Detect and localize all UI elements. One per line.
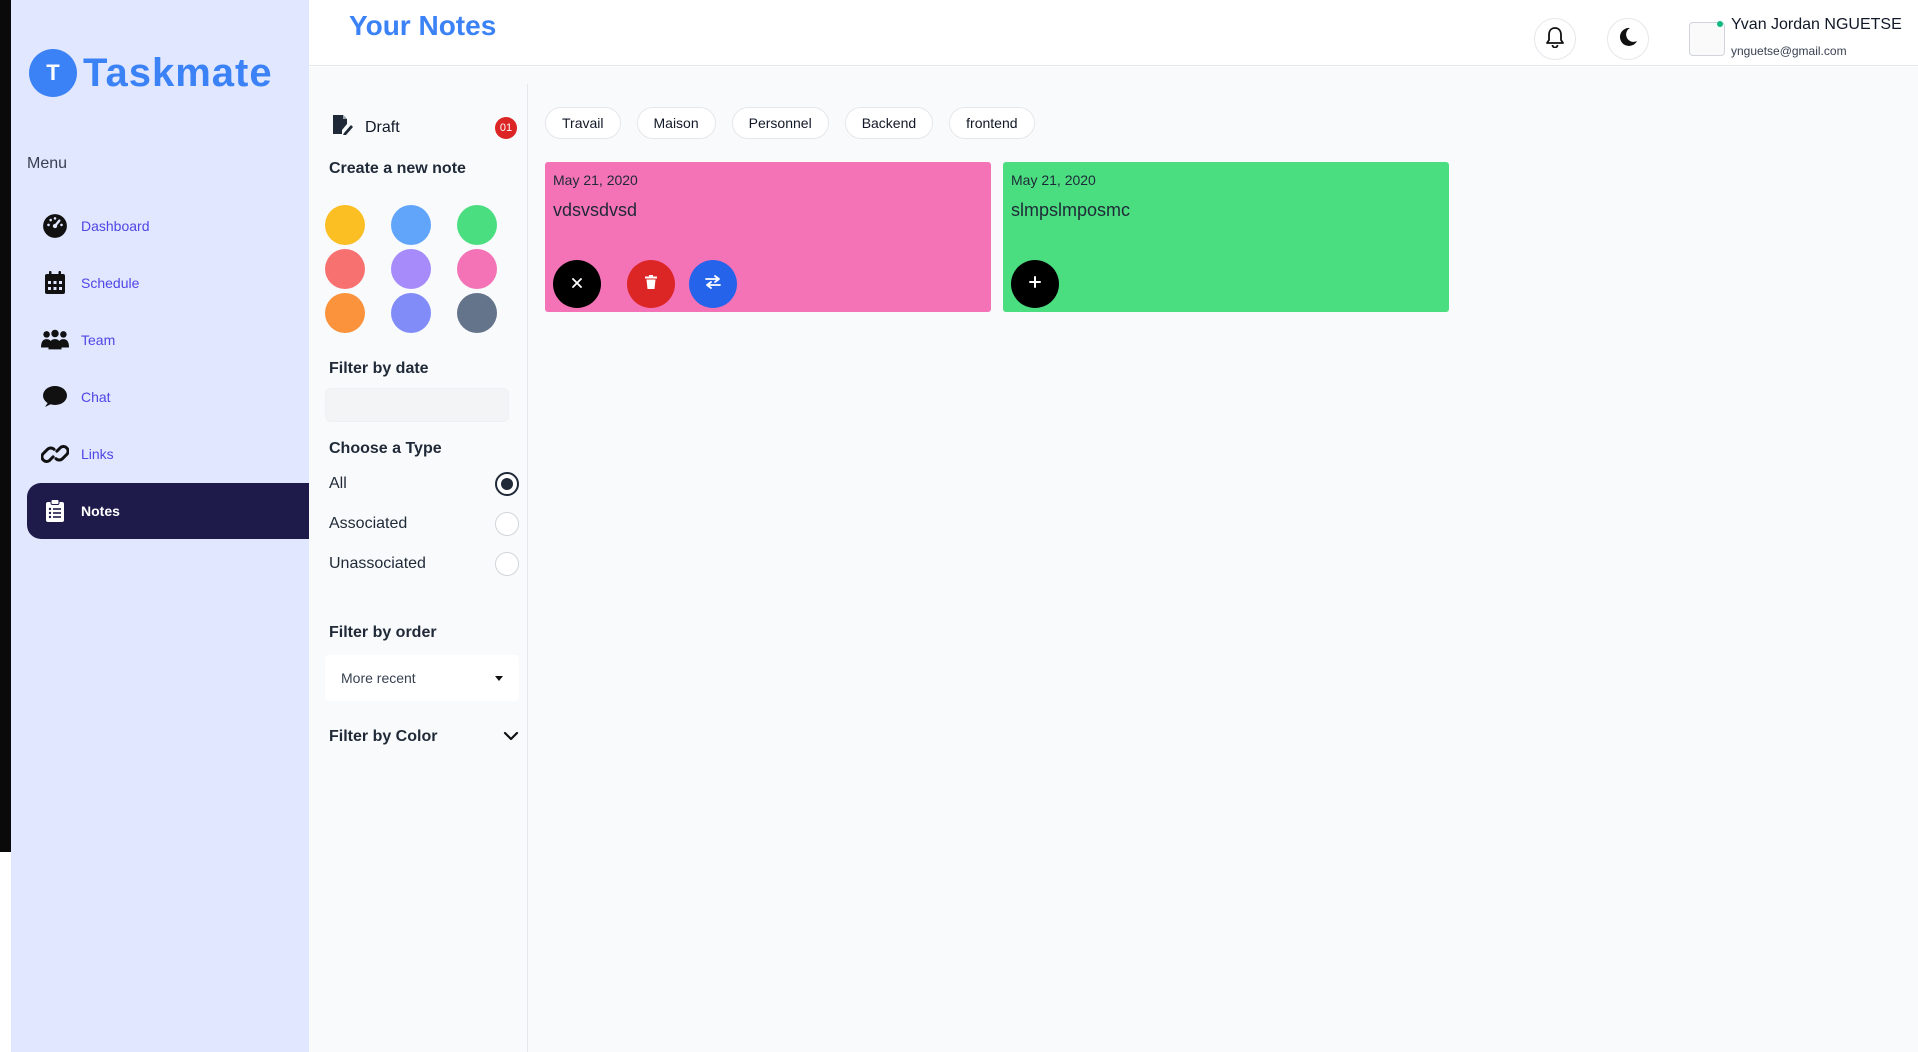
sidebar-item-label: Dashboard [81, 218, 150, 234]
logo-icon: T [29, 49, 77, 97]
add-button[interactable] [1011, 260, 1059, 308]
color-swatch-green[interactable] [457, 205, 497, 245]
color-swatches [325, 205, 497, 333]
close-icon [572, 275, 582, 293]
main-content: Draft 01 Create a new note Filter by dat… [309, 67, 1918, 1052]
order-select[interactable]: More recent [325, 655, 519, 701]
sidebar-item-label: Links [81, 446, 114, 462]
sidebar-item-links[interactable]: Links [27, 426, 309, 482]
draft-link[interactable]: Draft 01 [331, 114, 517, 141]
team-icon [41, 326, 69, 354]
plus-icon [1029, 275, 1041, 293]
type-option-label: Associated [329, 515, 408, 532]
color-swatch-slate[interactable] [457, 293, 497, 333]
filter-panel: Draft 01 Create a new note Filter by dat… [309, 84, 528, 1052]
note-date: May 21, 2020 [1011, 172, 1096, 188]
type-option-all[interactable]: All [329, 472, 519, 496]
color-swatch-red[interactable] [325, 249, 365, 289]
avatar[interactable] [1689, 22, 1725, 56]
moon-icon [1618, 27, 1638, 52]
note-date: May 21, 2020 [553, 172, 638, 188]
create-note-heading: Create a new note [329, 160, 466, 177]
tag-chip[interactable]: Travail [545, 107, 621, 139]
close-button[interactable] [553, 260, 601, 308]
color-swatch-purple[interactable] [391, 249, 431, 289]
tag-chip[interactable]: Personnel [731, 107, 829, 139]
type-option-unassociated[interactable]: Unassociated [329, 552, 519, 576]
draft-count-badge: 01 [495, 116, 517, 139]
bell-icon [1545, 26, 1565, 53]
color-filter-toggle[interactable]: Filter by Color [329, 728, 519, 746]
note-actions [1011, 260, 1059, 308]
tag-list: Travail Maison Personnel Backend fronten… [545, 107, 1035, 139]
menu-label: Menu [27, 155, 68, 172]
dashboard-gauge-icon [41, 212, 69, 240]
sidebar-item-label: Schedule [81, 275, 140, 291]
type-option-label: Unassociated [329, 555, 426, 572]
color-swatch-pink[interactable] [457, 249, 497, 289]
chat-bubble-icon [41, 383, 69, 411]
order-select-value: More recent [341, 670, 416, 686]
color-swatch-yellow[interactable] [325, 205, 365, 245]
window-edge [0, 0, 11, 852]
tag-chip[interactable]: Maison [636, 107, 716, 139]
filter-date-heading: Filter by date [329, 360, 429, 377]
swap-arrows-icon [705, 274, 721, 294]
note-card[interactable]: May 21, 2020 slmpslmposmc [1003, 162, 1449, 312]
note-title: slmpslmposmc [1011, 200, 1131, 220]
draft-label: Draft [365, 118, 400, 136]
delete-button[interactable] [627, 260, 675, 308]
tag-chip[interactable]: frontend [949, 107, 1035, 139]
logo[interactable]: T Taskmate [29, 49, 273, 97]
radio-button[interactable] [495, 552, 519, 576]
note-card[interactable]: May 21, 2020 vdsvsdvsd [545, 162, 991, 312]
notifications-button[interactable] [1534, 18, 1576, 60]
color-swatch-indigo[interactable] [391, 293, 431, 333]
page-title: Your Notes [349, 10, 497, 41]
type-option-label: All [329, 475, 347, 492]
notes-grid: May 21, 2020 vdsvsdvsd May 21, 2020 slmp… [545, 162, 1449, 312]
notes-clipboard-icon [41, 497, 69, 525]
note-title: vdsvsdvsd [553, 200, 638, 220]
sidebar-nav: Dashboard Schedule Team Chat Links Notes [27, 198, 309, 540]
dark-mode-toggle[interactable] [1607, 18, 1649, 60]
date-filter-input[interactable] [325, 388, 509, 422]
sidebar-item-chat[interactable]: Chat [27, 369, 309, 425]
calendar-icon [41, 269, 69, 297]
color-swatch-blue[interactable] [391, 205, 431, 245]
top-header: Your Notes Yvan Jordan NGUETSE ynguetse@… [309, 0, 1918, 66]
sidebar-item-dashboard[interactable]: Dashboard [27, 198, 309, 254]
type-option-associated[interactable]: Associated [329, 512, 519, 536]
trash-icon [645, 274, 657, 294]
tag-chip[interactable]: Backend [844, 107, 934, 139]
user-email: ynguetse@gmail.com [1731, 44, 1847, 58]
color-filter-label: Filter by Color [329, 728, 438, 745]
sidebar-item-label: Notes [81, 503, 120, 519]
color-swatch-orange[interactable] [325, 293, 365, 333]
sidebar-item-team[interactable]: Team [27, 312, 309, 368]
note-actions [553, 260, 737, 308]
sidebar-item-notes[interactable]: Notes [27, 483, 309, 539]
user-name: Yvan Jordan NGUETSE [1731, 16, 1902, 33]
caret-down-icon [495, 675, 503, 681]
sidebar-item-label: Team [81, 332, 116, 348]
online-status-dot [1717, 21, 1723, 27]
sidebar-item-label: Chat [81, 389, 111, 405]
draft-edit-icon [331, 114, 353, 141]
radio-button[interactable] [495, 512, 519, 536]
link-icon [41, 440, 69, 468]
transfer-button[interactable] [689, 260, 737, 308]
sidebar-item-schedule[interactable]: Schedule [27, 255, 309, 311]
sidebar: T Taskmate Menu Dashboard Schedule Team [11, 0, 309, 1052]
filter-order-heading: Filter by order [329, 624, 437, 641]
choose-type-heading: Choose a Type [329, 440, 442, 457]
radio-button[interactable] [495, 472, 519, 496]
logo-text: Taskmate [83, 50, 273, 95]
chevron-down-icon [503, 728, 519, 746]
